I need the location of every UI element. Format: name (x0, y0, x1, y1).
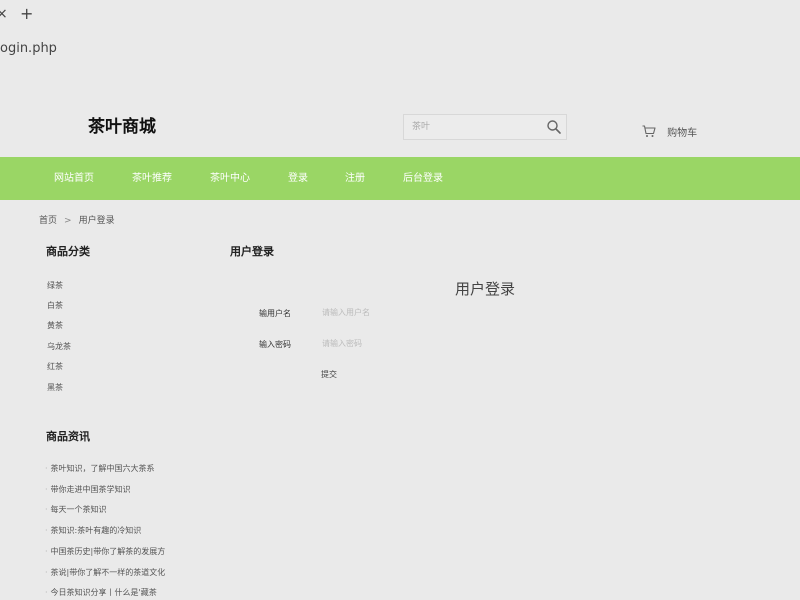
search-icon[interactable] (546, 119, 562, 135)
category-item[interactable]: 黄茶 (47, 320, 63, 331)
username-field[interactable] (318, 304, 476, 320)
tab-close-icon[interactable]: × (0, 5, 8, 23)
address-bar-url[interactable]: ogin.php (0, 41, 57, 56)
browser-bar: × + ogin.php (0, 0, 800, 70)
bullet-icon: · (45, 568, 48, 577)
nav-item-home[interactable]: 网站首页 (54, 157, 94, 200)
category-item[interactable]: 乌龙茶 (47, 341, 71, 352)
bullet-icon: · (45, 526, 48, 535)
cart-link[interactable]: 购物车 (642, 121, 697, 139)
news-item[interactable]: · 茶说|带你了解不一样的茶道文化 (45, 567, 165, 578)
category-item[interactable]: 红茶 (47, 361, 63, 372)
breadcrumb-current: 用户登录 (78, 216, 115, 226)
breadcrumb: 首页 > 用户登录 (39, 213, 115, 226)
bullet-icon: · (45, 485, 48, 494)
news-item-label: 每天一个茶知识 (50, 505, 107, 514)
news-title: 商品资讯 (46, 430, 90, 443)
news-item[interactable]: · 中国茶历史|带你了解茶的发展方 (45, 546, 165, 557)
news-item[interactable]: · 茶叶知识，了解中国六大茶系 (45, 463, 155, 474)
news-item[interactable]: · 每天一个茶知识 (45, 504, 107, 515)
news-item-label: 茶知识:茶叶有趣的冷知识 (50, 526, 142, 535)
category-item[interactable]: 绿茶 (47, 280, 63, 291)
news-item[interactable]: · 茶知识:茶叶有趣的冷知识 (45, 525, 141, 536)
bullet-icon: · (45, 464, 48, 473)
nav-item-admin-login[interactable]: 后台登录 (403, 157, 443, 200)
cart-icon (642, 125, 656, 137)
main-nav: 网站首页 茶叶推荐 茶叶中心 登录 注册 后台登录 (0, 157, 800, 200)
page-title: 用户登录 (230, 245, 274, 258)
site-header: 茶叶商城 购物车 (0, 90, 800, 156)
nav-item-tea-center[interactable]: 茶叶中心 (210, 157, 250, 200)
submit-button[interactable]: 提交 (321, 369, 337, 380)
bullet-icon: · (45, 588, 48, 597)
news-item-label: 茶说|带你了解不一样的茶道文化 (50, 568, 166, 577)
new-tab-icon[interactable]: + (20, 4, 33, 24)
categories-title: 商品分类 (46, 245, 90, 258)
search-box (403, 114, 567, 140)
nav-item-register[interactable]: 注册 (345, 157, 365, 200)
nav-item-login[interactable]: 登录 (288, 157, 308, 200)
breadcrumb-home[interactable]: 首页 (39, 216, 57, 226)
news-item[interactable]: · 带你走进中国茶学知识 (45, 484, 131, 495)
bullet-icon: · (45, 547, 48, 556)
login-form-heading: 用户登录 (455, 280, 516, 298)
news-item-label: 中国茶历史|带你了解茶的发展方 (50, 547, 166, 556)
category-item[interactable]: 黑茶 (47, 382, 63, 393)
category-item[interactable]: 白茶 (47, 300, 63, 311)
news-item-label: 今日茶知识分享丨什么是'藏茶 (50, 588, 157, 597)
news-item-label: 带你走进中国茶学知识 (50, 485, 131, 494)
news-item[interactable]: · 今日茶知识分享丨什么是'藏茶 (45, 587, 157, 598)
nav-item-recommend[interactable]: 茶叶推荐 (132, 157, 172, 200)
username-label: 输用户名 (259, 309, 291, 318)
site-logo[interactable]: 茶叶商城 (88, 112, 156, 137)
bullet-icon: · (45, 505, 48, 514)
breadcrumb-separator: > (64, 216, 72, 226)
password-label: 输入密码 (259, 340, 291, 349)
news-item-label: 茶叶知识，了解中国六大茶系 (50, 464, 155, 473)
password-field[interactable] (318, 335, 476, 351)
search-input[interactable] (404, 115, 538, 139)
cart-label: 购物车 (667, 128, 698, 139)
